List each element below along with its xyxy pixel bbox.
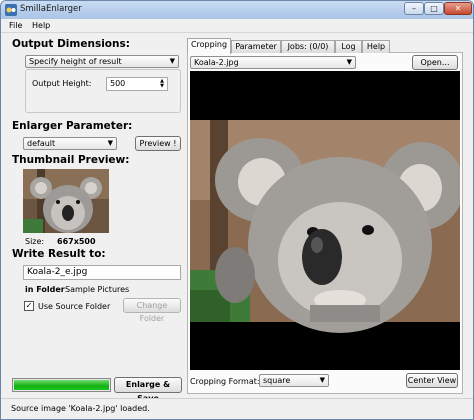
chevron-down-icon: ▼ bbox=[169, 57, 175, 65]
minimize-button[interactable]: – bbox=[404, 2, 424, 15]
menu-file[interactable]: File bbox=[9, 21, 22, 30]
tab-jobs[interactable]: Jobs: (0/0) bbox=[281, 40, 335, 53]
source-file-value: Koala-2.jpg bbox=[194, 58, 239, 67]
menu-bar: File Help bbox=[1, 19, 473, 33]
chevron-down-icon: ▼ bbox=[107, 139, 113, 147]
app-window: SmillaEnlarger – □ ✕ File Help Output Di… bbox=[0, 0, 474, 420]
close-button[interactable]: ✕ bbox=[444, 2, 472, 15]
source-file-select[interactable]: Koala-2.jpg ▼ bbox=[190, 56, 356, 69]
open-button[interactable]: Open... bbox=[412, 55, 458, 70]
preview-button[interactable]: Preview ! bbox=[135, 136, 181, 151]
output-dimensions-group: Output Height: 500 ▲ ▼ bbox=[25, 69, 181, 113]
app-icon bbox=[5, 4, 17, 16]
enlarger-preset-value: default bbox=[27, 139, 56, 148]
cropping-format-select[interactable]: square ▼ bbox=[259, 374, 329, 387]
minimize-icon: – bbox=[412, 4, 416, 13]
output-height-value: 500 bbox=[110, 79, 126, 88]
dimension-mode-select[interactable]: Specify height of result ▼ bbox=[25, 55, 179, 68]
main-panel: Output Dimensions: Specify height of res… bbox=[1, 33, 473, 403]
maximize-button[interactable]: □ bbox=[424, 2, 444, 15]
dimension-mode-value: Specify height of result bbox=[29, 57, 122, 66]
status-bar: Source image 'Koala-2.jpg' loaded. bbox=[1, 398, 473, 419]
tab-help[interactable]: Help bbox=[362, 40, 390, 53]
chevron-down-icon: ▼ bbox=[319, 376, 325, 384]
spin-arrows-icon[interactable]: ▲ ▼ bbox=[158, 79, 166, 90]
tab-cropping[interactable]: Cropping bbox=[187, 38, 231, 54]
thumbnail-preview-heading: Thumbnail Preview: bbox=[12, 154, 130, 166]
progress-bar bbox=[12, 378, 111, 392]
maximize-icon: □ bbox=[430, 4, 438, 13]
output-filename-input[interactable]: Koala-2_e.jpg bbox=[23, 265, 181, 280]
use-source-folder-label[interactable]: Use Source Folder bbox=[38, 302, 110, 311]
output-dimensions-heading: Output Dimensions: bbox=[12, 38, 130, 50]
in-folder-label: in Folder bbox=[25, 285, 65, 294]
change-folder-button[interactable]: Change Folder bbox=[123, 298, 181, 323]
tab-log[interactable]: Log bbox=[335, 40, 362, 53]
checkmark-icon: ✓ bbox=[25, 301, 33, 310]
write-result-heading: Write Result to: bbox=[12, 248, 106, 260]
output-height-spinbox[interactable]: 500 ▲ ▼ bbox=[106, 77, 168, 91]
title-bar[interactable]: SmillaEnlarger – □ ✕ bbox=[1, 1, 473, 19]
window-title: SmillaEnlarger bbox=[20, 4, 82, 14]
folder-value: Sample Pictures bbox=[65, 285, 130, 294]
chevron-down-icon: ▼ bbox=[346, 58, 352, 66]
cropping-format-value: square bbox=[263, 376, 291, 385]
thumbnail-image bbox=[23, 169, 109, 233]
size-value: 667x500 bbox=[57, 237, 96, 246]
center-view-button[interactable]: Center View bbox=[406, 373, 458, 388]
enlarge-save-button[interactable]: Enlarge & Save bbox=[114, 377, 182, 403]
use-source-folder-checkbox[interactable]: ✓ bbox=[24, 301, 34, 311]
tab-parameter[interactable]: Parameter bbox=[231, 40, 281, 53]
output-height-label: Output Height: bbox=[32, 79, 92, 88]
menu-help[interactable]: Help bbox=[32, 21, 50, 30]
close-icon: ✕ bbox=[454, 4, 462, 13]
enlarger-parameter-heading: Enlarger Parameter: bbox=[12, 120, 133, 132]
crop-preview-canvas[interactable] bbox=[190, 71, 460, 370]
enlarger-preset-select[interactable]: default ▼ bbox=[23, 137, 117, 150]
size-label: Size: bbox=[25, 237, 45, 246]
status-text: Source image 'Koala-2.jpg' loaded. bbox=[11, 404, 150, 413]
cropping-format-label: Cropping Format: bbox=[190, 377, 260, 386]
koala-image bbox=[190, 71, 460, 370]
progress-fill bbox=[14, 380, 109, 390]
